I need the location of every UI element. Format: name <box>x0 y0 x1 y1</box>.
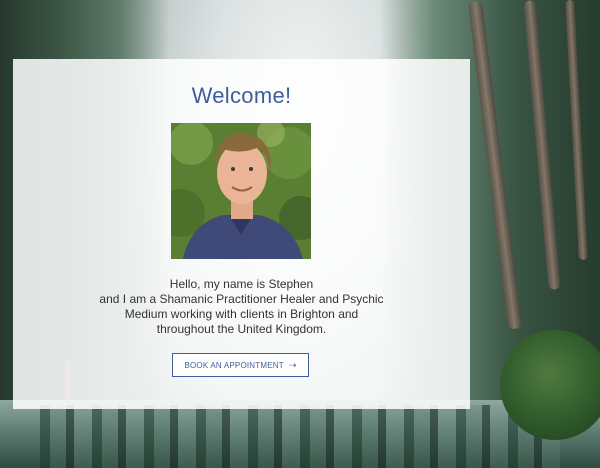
water-reflection <box>40 405 560 468</box>
welcome-heading: Welcome! <box>191 83 292 108</box>
green-bush <box>500 330 600 440</box>
intro-line: Medium working with clients in Brighton … <box>124 307 359 321</box>
book-appointment-label: BOOK AN APPOINTMENT <box>184 360 284 370</box>
portrait-icon <box>171 123 311 259</box>
intro-line: and I am a Shamanic Practitioner Healer … <box>99 292 384 306</box>
book-appointment-button[interactable]: BOOK AN APPOINTMENT ⇢ <box>172 353 309 377</box>
intro-line: throughout the United Kingdom. <box>156 322 327 336</box>
intro-text: Hello, my name is Stephen and I am a Sha… <box>63 277 420 337</box>
arrow-right-icon: ⇢ <box>288 359 297 370</box>
profile-photo <box>171 123 311 259</box>
intro-line: Hello, my name is Stephen <box>169 277 314 291</box>
welcome-card: Welcome! Hello, my name is Stephen and I… <box>13 59 470 409</box>
page: Welcome! Hello, my name is Stephen and I… <box>0 0 600 468</box>
